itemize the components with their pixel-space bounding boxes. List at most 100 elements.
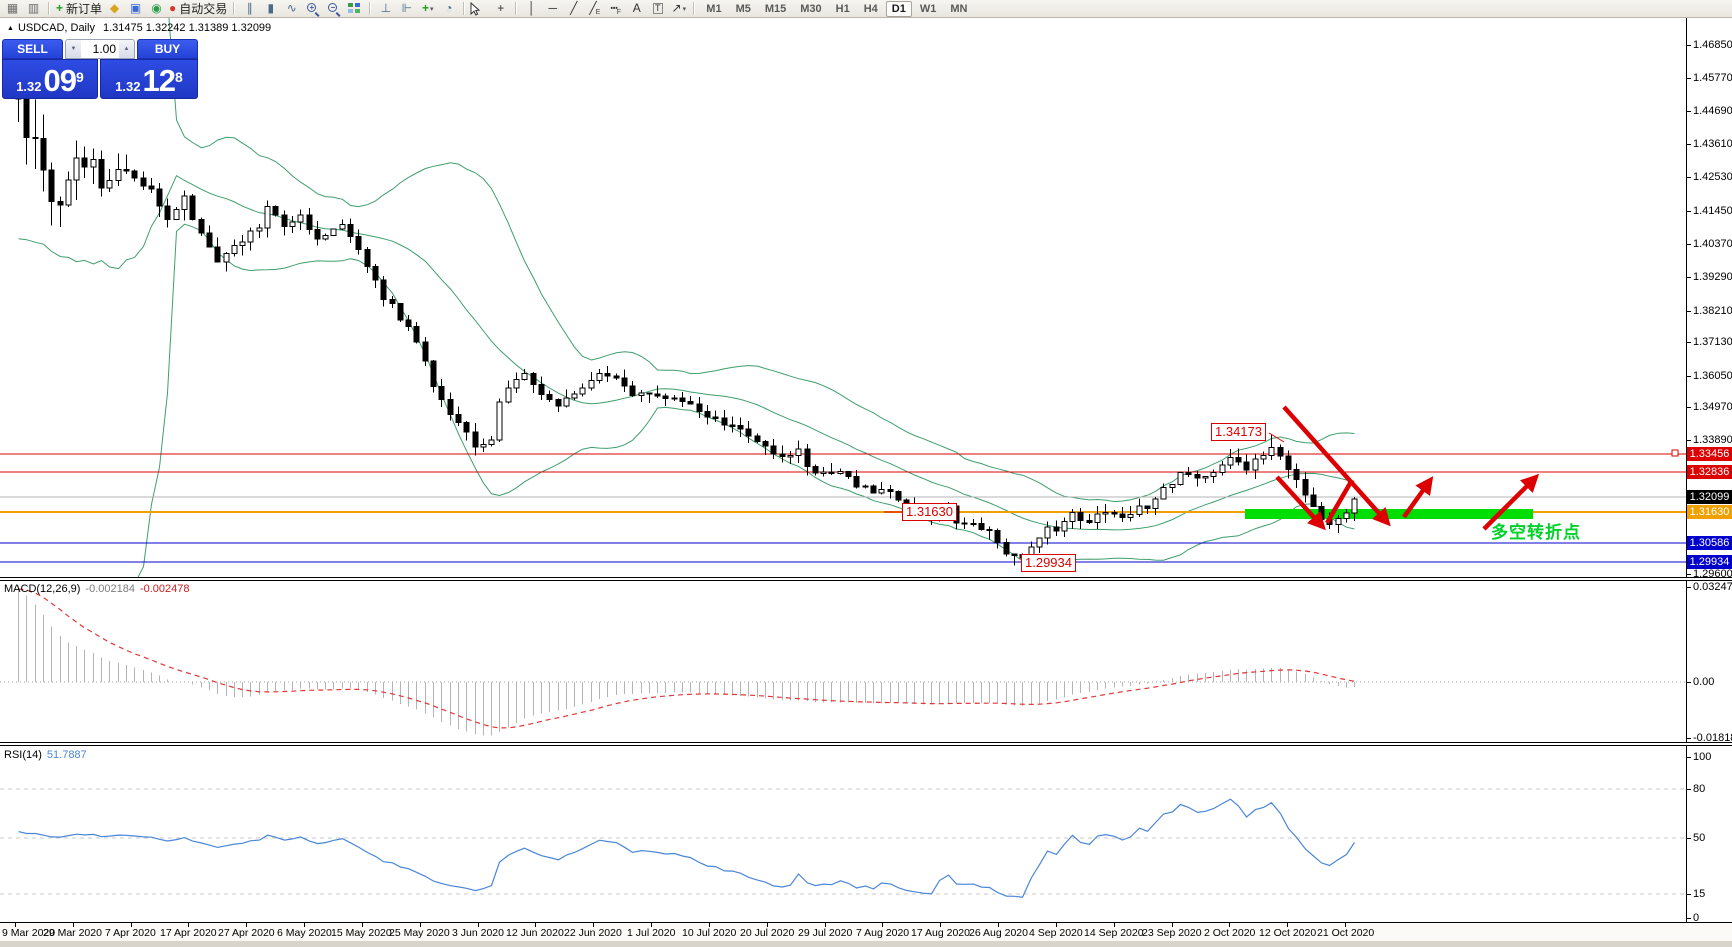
bull-bear-turning-point-label[interactable]: 多空转折点 bbox=[1491, 518, 1581, 543]
equidistant-channel-tool[interactable]: ╱E bbox=[584, 1, 605, 17]
timeframe-mn[interactable]: MN bbox=[944, 1, 973, 17]
horizontal-level-lines[interactable] bbox=[0, 454, 1686, 562]
time-axis-label: 15 May 2020 bbox=[331, 927, 392, 939]
timeframe-w1[interactable]: W1 bbox=[914, 1, 943, 17]
timeframe-m5[interactable]: M5 bbox=[730, 1, 757, 17]
trendline-tool[interactable]: ╱ bbox=[563, 1, 584, 17]
chart-profiles-icon[interactable]: ▥ bbox=[23, 1, 44, 17]
price-axis-tickmark bbox=[1687, 244, 1691, 245]
chart-profiles-icon-glyph: ▥ bbox=[28, 1, 39, 16]
sell-price-display[interactable]: 1.32 09 9 bbox=[2, 59, 98, 99]
volume-increase-button[interactable]: ▲ bbox=[119, 40, 134, 58]
trendline-anchor-square[interactable] bbox=[1672, 450, 1678, 456]
periods-clock-icon[interactable]: ◔ bbox=[438, 1, 459, 17]
price-axis-label: 1.46850 bbox=[1693, 39, 1732, 51]
terminal-icon-glyph: ▣ bbox=[130, 1, 141, 16]
market-watch-icon[interactable]: ◉ bbox=[146, 1, 167, 17]
tile-windows-icon[interactable] bbox=[344, 1, 365, 17]
terminal-icon[interactable]: ▣ bbox=[125, 1, 146, 17]
green-support-zone[interactable] bbox=[1245, 509, 1533, 519]
horizontal-line-tool[interactable]: ─ bbox=[542, 1, 563, 17]
tile-windows-icon bbox=[348, 3, 361, 15]
price-axis-label: 1.36050 bbox=[1693, 370, 1732, 382]
arrows-dropdown[interactable]: ↗▾ bbox=[668, 1, 689, 17]
text-label-tool[interactable]: T bbox=[647, 1, 668, 17]
bar-chart-mode-icon-glyph: ∥ bbox=[247, 1, 253, 16]
vertical-line-tool[interactable]: │ bbox=[521, 1, 542, 17]
time-axis-label: 26 Aug 2020 bbox=[969, 927, 1028, 939]
buy-price-prefix: 1.32 bbox=[115, 79, 140, 95]
volume-control: ▼ ▲ bbox=[65, 39, 135, 59]
macd-signal-line bbox=[19, 589, 1355, 728]
metaeditor-icon[interactable]: ◆ bbox=[104, 1, 125, 17]
new-chart-icon[interactable]: ▦ bbox=[2, 1, 23, 17]
cursor-arrow-icon bbox=[469, 2, 480, 16]
time-axis-label: 7 Aug 2020 bbox=[856, 927, 909, 939]
time-axis-label: 27 Apr 2020 bbox=[218, 927, 275, 939]
volume-decrease-button[interactable]: ▼ bbox=[66, 40, 81, 58]
text-tool[interactable]: A bbox=[626, 1, 647, 17]
timeframe-h4[interactable]: H4 bbox=[858, 1, 884, 17]
high-price-callout[interactable]: 1.34173 bbox=[1211, 423, 1266, 441]
price-axis-label: 1.43610 bbox=[1693, 138, 1732, 150]
time-axis: 9 Mar 202029 Mar 20207 Apr 202017 Apr 20… bbox=[0, 922, 1732, 942]
macd-panel-separator[interactable] bbox=[0, 577, 1732, 581]
low-price-callout[interactable]: 1.29934 bbox=[1021, 554, 1076, 572]
sell-button[interactable]: SELL bbox=[2, 39, 63, 59]
collapse-panel-icon[interactable]: ▲ bbox=[7, 25, 14, 32]
price-axis-label: 1.40370 bbox=[1693, 238, 1732, 250]
main-toolbar: ▦▥+新订单◆▣◉●自动交易∥▮∿+−⊥⊩+▾◔+│─╱╱E┅FAT↗▾M1M5… bbox=[0, 0, 1732, 18]
arrows-glyph: ↗ bbox=[672, 1, 682, 16]
timeframe-d1[interactable]: D1 bbox=[886, 1, 912, 17]
crosshair-tool[interactable]: + bbox=[490, 1, 511, 17]
indicator-axis-label: 0.032478 bbox=[1693, 581, 1732, 593]
rsi-indicator-canvas[interactable] bbox=[0, 746, 1686, 922]
time-axis-label: 20 Jul 2020 bbox=[740, 927, 794, 939]
bar-chart-mode-icon[interactable]: ∥ bbox=[239, 1, 260, 17]
macd-indicator-canvas[interactable] bbox=[0, 581, 1686, 742]
buy-button[interactable]: BUY bbox=[137, 39, 198, 59]
zoom-out-icon[interactable]: − bbox=[323, 1, 344, 17]
price-chart-canvas[interactable] bbox=[0, 18, 1686, 578]
new-order-button[interactable]: +新订单 bbox=[54, 1, 104, 17]
volume-input[interactable] bbox=[81, 40, 119, 58]
price-axis-label: 1.37130 bbox=[1693, 336, 1732, 348]
time-axis-label: 14 Sep 2020 bbox=[1084, 927, 1144, 939]
time-axis-label: 7 Apr 2020 bbox=[105, 927, 156, 939]
price-axis-tickmark bbox=[1687, 440, 1691, 441]
timeframe-m1[interactable]: M1 bbox=[700, 1, 727, 17]
line-chart-mode-icon[interactable]: ∿ bbox=[281, 1, 302, 17]
support-price-callout[interactable]: 1.31630 bbox=[902, 503, 957, 521]
price-axis-tickmark bbox=[1687, 78, 1691, 79]
add-indicator-dropdown[interactable]: +▾ bbox=[417, 1, 438, 17]
cursor-tool[interactable] bbox=[469, 1, 490, 17]
indicator-window-icon-glyph: ⊩ bbox=[402, 1, 412, 16]
autotrading-button[interactable]: ●自动交易 bbox=[167, 1, 229, 17]
indicator-window-icon[interactable]: ⊩ bbox=[396, 1, 417, 17]
metaeditor-icon-glyph: ◆ bbox=[110, 1, 119, 16]
price-axis-tickmark bbox=[1687, 211, 1691, 212]
indicator-axis-tickmark bbox=[1687, 894, 1691, 895]
time-axis-label: 23 Sep 2020 bbox=[1142, 927, 1202, 939]
rsi-panel-separator[interactable] bbox=[0, 742, 1732, 746]
timeframe-m15[interactable]: M15 bbox=[759, 1, 792, 17]
indicator-axis-label: 15 bbox=[1693, 888, 1705, 900]
timeframe-h1[interactable]: H1 bbox=[830, 1, 856, 17]
indicator-axis-label: 0.00 bbox=[1693, 676, 1714, 688]
timeframe-m30[interactable]: M30 bbox=[794, 1, 827, 17]
time-axis-label: 25 May 2020 bbox=[389, 927, 450, 939]
new-order-glyph: + bbox=[56, 1, 63, 16]
time-axis-label: 12 Oct 2020 bbox=[1259, 927, 1316, 939]
candlestick-mode-icon[interactable]: ▮ bbox=[260, 1, 281, 17]
price-badge-1.33456: 1.33456 bbox=[1687, 447, 1732, 461]
fibonacci-tool[interactable]: ┅F bbox=[605, 1, 626, 17]
indicator-axis-tickmark bbox=[1687, 789, 1691, 790]
zoom-in-icon[interactable]: + bbox=[302, 1, 323, 17]
indicator-axis-tickmark bbox=[1687, 682, 1691, 683]
trendline-glyph: ╱ bbox=[570, 1, 577, 16]
price-axis-tickmark bbox=[1687, 45, 1691, 46]
indicators-icon[interactable]: ⊥ bbox=[375, 1, 396, 17]
indicator-axis-tickmark bbox=[1687, 757, 1691, 758]
buy-price-display[interactable]: 1.32 12 8 bbox=[100, 59, 198, 99]
indicator-axis-label: 100 bbox=[1693, 751, 1711, 763]
